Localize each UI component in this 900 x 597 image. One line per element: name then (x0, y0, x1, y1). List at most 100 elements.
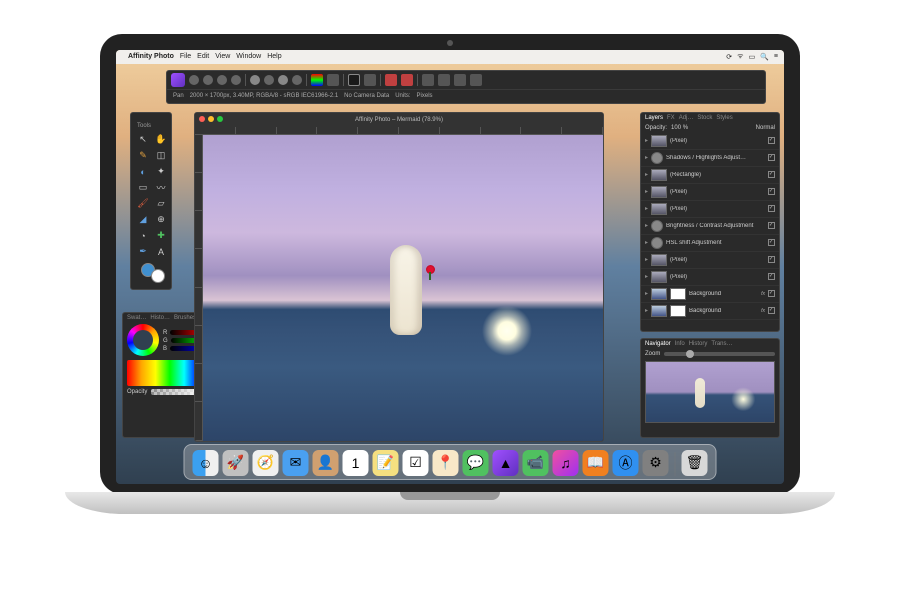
visibility-checkbox[interactable] (768, 154, 775, 161)
tab-navigator[interactable]: Navigator (645, 341, 671, 347)
chevron-right-icon[interactable]: ▸ (645, 154, 648, 161)
selection-invert-icon[interactable] (364, 74, 376, 86)
chevron-right-icon[interactable]: ▸ (645, 205, 648, 212)
selection-all-icon[interactable] (348, 74, 360, 86)
visibility-checkbox[interactable] (768, 239, 775, 246)
menu-edit[interactable]: Edit (197, 53, 209, 60)
tab-history[interactable]: History (689, 341, 708, 347)
menu-help[interactable]: Help (267, 53, 281, 60)
flood-select-tool-icon[interactable]: ✦ (153, 165, 169, 179)
chevron-right-icon[interactable]: ▸ (645, 137, 648, 144)
adjustment-icon[interactable] (311, 74, 323, 86)
pen-tool-icon[interactable]: ✒ (135, 245, 151, 259)
dock-ibooks-icon[interactable]: 📖 (583, 450, 609, 476)
alignment-icon[interactable] (438, 74, 450, 86)
visibility-checkbox[interactable] (768, 171, 775, 178)
dock-messages-icon[interactable]: 💬 (463, 450, 489, 476)
layer-blend-mode[interactable]: Normal (756, 125, 775, 131)
persona-develop-icon[interactable] (203, 75, 213, 85)
dodge-tool-icon[interactable]: ◔ (135, 229, 151, 243)
crop-icon[interactable] (327, 74, 339, 86)
menu-extras-icon[interactable]: ≡ (774, 53, 778, 60)
chevron-right-icon[interactable]: ▸ (645, 239, 648, 246)
flip-h-icon[interactable] (454, 74, 466, 86)
app-menu[interactable]: Affinity Photo (128, 53, 174, 60)
menu-window[interactable]: Window (236, 53, 261, 60)
chevron-right-icon[interactable]: ▸ (645, 256, 648, 263)
close-icon[interactable] (199, 116, 205, 122)
chevron-right-icon[interactable]: ▸ (645, 171, 648, 178)
layer-row[interactable]: ▸HSL shift Adjustment (641, 235, 779, 252)
colour-swatch[interactable] (135, 261, 169, 283)
layer-opacity-value[interactable]: 100 % (671, 125, 688, 131)
chevron-right-icon[interactable]: ▸ (645, 290, 648, 297)
layer-row[interactable]: ▸(Pixel) (641, 133, 779, 150)
canvas-viewport[interactable] (203, 135, 603, 441)
paint-brush-tool-icon[interactable]: 🖌 (135, 197, 151, 211)
layer-row[interactable]: ▸(Pixel) (641, 269, 779, 286)
dock-itunes-icon[interactable]: ♫ (553, 450, 579, 476)
persona-liquify-icon[interactable] (189, 75, 199, 85)
persona-export-icon[interactable] (231, 75, 241, 85)
freehand-select-tool-icon[interactable]: 〰 (153, 181, 169, 195)
clone-tool-icon[interactable]: ⊕ (153, 213, 169, 227)
dock-preferences-icon[interactable]: ⚙ (643, 450, 669, 476)
chevron-right-icon[interactable]: ▸ (645, 222, 648, 229)
visibility-checkbox[interactable] (768, 188, 775, 195)
healing-tool-icon[interactable]: ✚ (153, 229, 169, 243)
tab-histogram[interactable]: Histo… (150, 315, 170, 321)
dock-safari-icon[interactable]: 🧭 (253, 450, 279, 476)
menu-view[interactable]: View (215, 53, 230, 60)
visibility-checkbox[interactable] (768, 137, 775, 144)
dock-contacts-icon[interactable]: 👤 (313, 450, 339, 476)
layer-row[interactable]: ▸(Pixel) (641, 184, 779, 201)
layer-row[interactable]: ▸(Pixel) (641, 252, 779, 269)
wifi-icon[interactable]: ᯤ (737, 52, 743, 61)
dock-facetime-icon[interactable]: 📹 (523, 450, 549, 476)
persona-photo-icon[interactable] (171, 73, 185, 87)
visibility-checkbox[interactable] (768, 256, 775, 263)
zoom-slider[interactable] (664, 352, 775, 356)
dock-calendar-icon[interactable]: 1 (343, 450, 369, 476)
tab-stock[interactable]: Stock (697, 115, 712, 121)
refine-icon[interactable] (401, 74, 413, 86)
visibility-checkbox[interactable] (768, 290, 775, 297)
tab-swatches[interactable]: Swat… (127, 315, 146, 321)
ruler-horizontal[interactable] (195, 127, 603, 135)
minimize-icon[interactable] (208, 116, 214, 122)
units-value[interactable]: Pixels (417, 93, 433, 99)
layer-row[interactable]: ▸(Pixel) (641, 201, 779, 218)
auto-contrast-icon[interactable] (264, 75, 274, 85)
dock-appstore-icon[interactable]: Ⓐ (613, 450, 639, 476)
layer-row-background[interactable]: ▸Backgroundfx (641, 303, 779, 320)
persona-macro-icon[interactable] (217, 75, 227, 85)
auto-levels-icon[interactable] (250, 75, 260, 85)
visibility-checkbox[interactable] (768, 222, 775, 229)
tab-adjust[interactable]: Adj… (679, 115, 694, 121)
dock-affinity-photo-icon[interactable]: ▲ (493, 450, 519, 476)
battery-icon[interactable]: ▭ (749, 53, 756, 61)
colour-wheel[interactable] (127, 324, 159, 356)
flip-v-icon[interactable] (470, 74, 482, 86)
dock-notes-icon[interactable]: 📝 (373, 450, 399, 476)
tab-info[interactable]: Info (675, 341, 685, 347)
crop-tool-icon[interactable]: ◫ (153, 149, 169, 163)
document-titlebar[interactable]: Affinity Photo – Mermaid (78.9%) (195, 113, 603, 127)
dock-reminders-icon[interactable]: ☑ (403, 450, 429, 476)
view-tool-icon[interactable]: ✋ (153, 133, 169, 147)
arrange-icon[interactable] (422, 74, 434, 86)
visibility-checkbox[interactable] (768, 205, 775, 212)
dock-launchpad-icon[interactable]: 🚀 (223, 450, 249, 476)
tab-styles[interactable]: Styles (716, 115, 732, 121)
dock-maps-icon[interactable]: 📍 (433, 450, 459, 476)
menu-file[interactable]: File (180, 53, 191, 60)
fill-tool-icon[interactable]: ◢ (135, 213, 151, 227)
colour-picker-tool-icon[interactable]: ✎ (135, 149, 151, 163)
fx-badge[interactable]: fx (761, 308, 765, 314)
chevron-right-icon[interactable]: ▸ (645, 273, 648, 280)
auto-colours-icon[interactable] (278, 75, 288, 85)
spotlight-icon[interactable]: 🔍 (760, 53, 769, 61)
selection-brush-tool-icon[interactable]: ◐ (135, 165, 151, 179)
chevron-right-icon[interactable]: ▸ (645, 307, 648, 314)
layer-row[interactable]: ▸Shadows / Highlights Adjust… (641, 150, 779, 167)
